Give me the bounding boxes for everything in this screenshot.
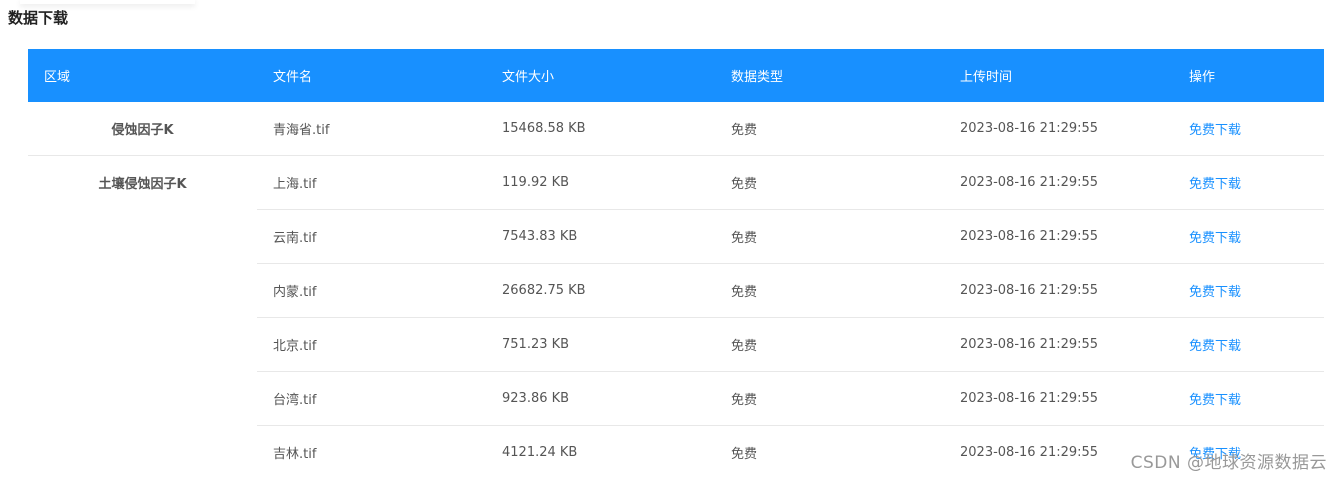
download-link[interactable]: 免费下载 — [1173, 119, 1324, 138]
filesize-cell: 26682.75 KB — [502, 283, 586, 298]
filename-cell: 内蒙.tif — [273, 285, 317, 300]
download-link[interactable]: 免费下载 — [1173, 281, 1324, 300]
filesize-cell: 15468.58 KB — [502, 121, 586, 136]
region-cell: 侵蚀因子K — [111, 123, 174, 138]
filesize-cell: 119.92 KB — [502, 175, 570, 190]
header-filename: 文件名 — [273, 70, 313, 85]
region-cell: 土壤侵蚀因子K — [98, 177, 187, 192]
table-row: 上海.tif 119.92 KB 免费 2023-08-16 21:29:55 免费下载 — [257, 156, 1324, 210]
table-body: 侵蚀因子K 青海省.tif 15468.58 KB 免费 2023-08-16 21:2… — [28, 102, 1324, 479]
uploadtime-cell: 2023-08-16 21:29:55 — [960, 229, 1099, 244]
filesize-cell: 751.23 KB — [502, 337, 570, 352]
page: 数据下载 区域 文件名 文件大小 数据类型 上传时间 操作 侵蚀因子K 青海省.t… — [0, 0, 1341, 479]
table-row: 台湾.tif 923.86 KB 免费 2023-08-16 21:29:55 免费下载 — [257, 372, 1324, 426]
watermark: CSDN @地球资源数据云 — [1130, 453, 1327, 473]
header-uploadtime: 上传时间 — [960, 70, 1013, 85]
data-table: 区域 文件名 文件大小 数据类型 上传时间 操作 侵蚀因子K 青海省.tif 154… — [28, 49, 1324, 479]
download-link[interactable]: 免费下载 — [1173, 173, 1324, 192]
uploadtime-cell: 2023-08-16 21:29:55 — [960, 337, 1099, 352]
uploadtime-cell: 2023-08-16 21:29:55 — [960, 283, 1099, 298]
datatype-cell: 免费 — [731, 339, 758, 354]
datatype-cell: 免费 — [731, 393, 758, 408]
table-header: 区域 文件名 文件大小 数据类型 上传时间 操作 — [28, 49, 1324, 102]
download-link[interactable]: 免费下载 — [1173, 389, 1324, 408]
download-link[interactable]: 免费下载 — [1173, 227, 1324, 246]
table-row: 内蒙.tif 26682.75 KB 免费 2023-08-16 21:29:55 免费… — [257, 264, 1324, 318]
region-group: 土壤侵蚀因子K 上海.tif 119.92 KB 免费 2023-08-16 21:29… — [28, 156, 1324, 479]
datatype-cell: 免费 — [731, 231, 758, 246]
filename-cell: 吉林.tif — [273, 447, 317, 462]
download-link[interactable]: 免费下载 — [1173, 335, 1324, 354]
table-row: 云南.tif 7543.83 KB 免费 2023-08-16 21:29:55 免费下… — [257, 210, 1324, 264]
header-filesize: 文件大小 — [502, 70, 555, 85]
header-action: 操作 — [1189, 70, 1216, 85]
filesize-cell: 4121.24 KB — [502, 445, 578, 460]
filesize-cell: 923.86 KB — [502, 391, 570, 406]
filename-cell: 台湾.tif — [273, 393, 317, 408]
datatype-cell: 免费 — [731, 447, 758, 462]
uploadtime-cell: 2023-08-16 21:29:55 — [960, 175, 1099, 190]
page-title: 数据下载 — [8, 9, 69, 27]
header-datatype: 数据类型 — [731, 70, 784, 85]
datatype-cell: 免费 — [731, 285, 758, 300]
filename-cell: 北京.tif — [273, 339, 317, 354]
table-row: 北京.tif 751.23 KB 免费 2023-08-16 21:29:55 免费下载 — [257, 318, 1324, 372]
region-group: 侵蚀因子K 青海省.tif 15468.58 KB 免费 2023-08-16 21:2… — [28, 102, 1324, 156]
filename-cell: 云南.tif — [273, 231, 317, 246]
datatype-cell: 免费 — [731, 177, 758, 192]
filename-cell: 青海省.tif — [273, 123, 330, 138]
header-region: 区域 — [44, 70, 71, 85]
table-row: 青海省.tif 15468.58 KB 免费 2023-08-16 21:29:55 免… — [257, 102, 1324, 155]
uploadtime-cell: 2023-08-16 21:29:55 — [960, 121, 1099, 136]
filename-cell: 上海.tif — [273, 177, 317, 192]
uploadtime-cell: 2023-08-16 21:29:55 — [960, 391, 1099, 406]
top-shadow — [20, 0, 195, 4]
filesize-cell: 7543.83 KB — [502, 229, 578, 244]
datatype-cell: 免费 — [731, 123, 758, 138]
